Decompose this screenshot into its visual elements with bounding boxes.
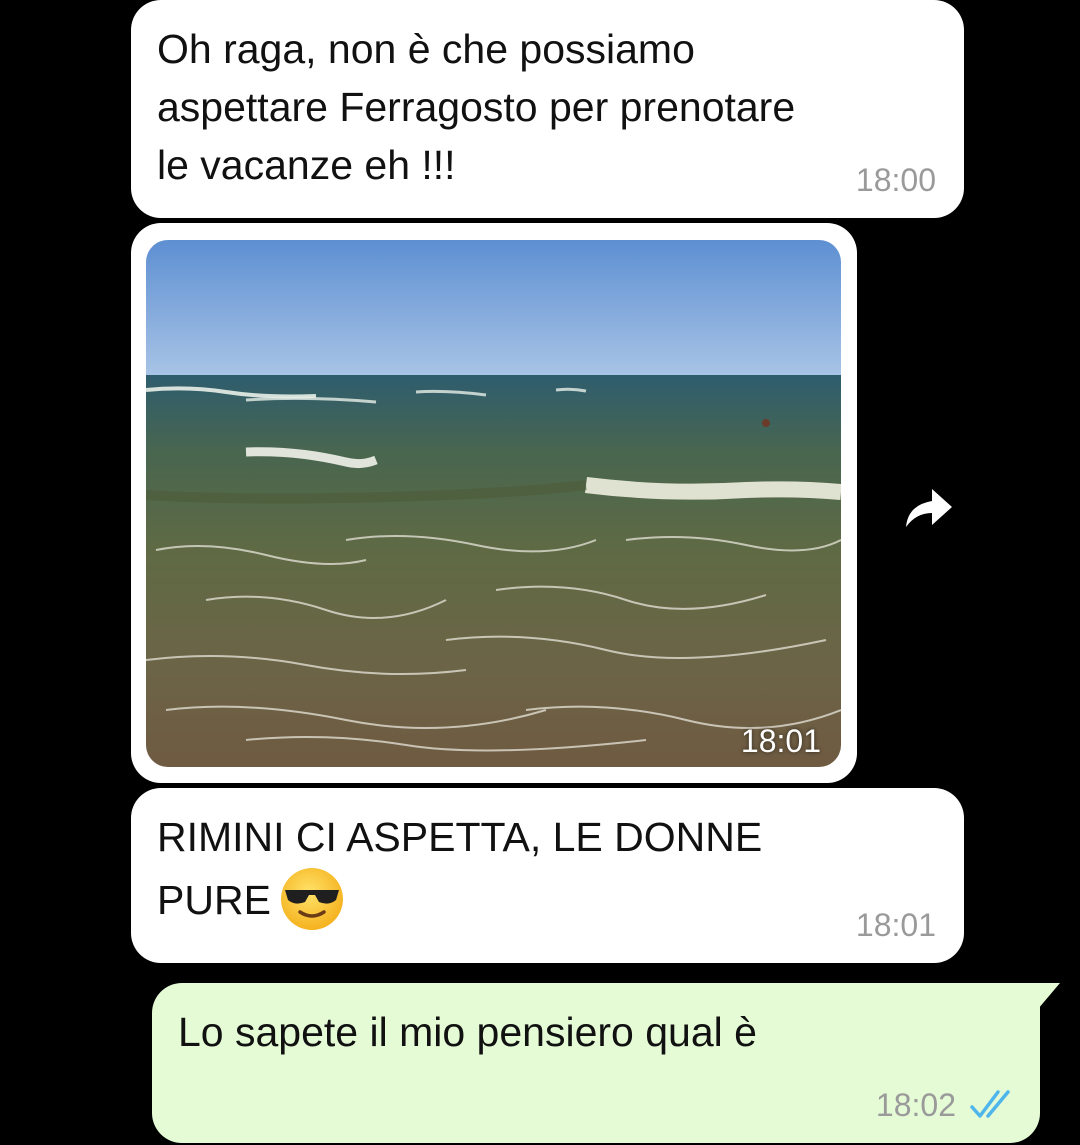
outgoing-message[interactable]: Lo sapete il mio pensiero qual è 18:02 <box>152 983 1060 1143</box>
photo-image <box>146 240 841 767</box>
incoming-message[interactable]: Oh raga, non è che possiamo aspettare Fe… <box>131 0 964 218</box>
incoming-image-message[interactable]: 18:01 <box>131 223 857 783</box>
message-text: Lo sapete il mio pensiero qual è <box>178 1009 757 1055</box>
image-timestamp: 18:01 <box>740 723 821 759</box>
message-timestamp: 18:00 <box>855 162 936 198</box>
message-text: RIMINI CI ASPETTA, LE DONNE PURE <box>157 808 937 932</box>
incoming-message[interactable]: RIMINI CI ASPETTA, LE DONNE PURE 18:01 <box>131 788 964 963</box>
message-text-content: RIMINI CI ASPETTA, LE DONNE PURE <box>157 814 763 923</box>
beach-sea-photo[interactable]: 18:01 <box>146 240 841 767</box>
forward-arrow-icon[interactable] <box>898 483 956 531</box>
sunglasses-emoji-icon <box>280 868 343 930</box>
double-check-icon <box>970 1090 1010 1118</box>
message-timestamp: 18:02 <box>875 1087 956 1123</box>
chat-conversation: Oh raga, non è che possiamo aspettare Fe… <box>0 0 1080 1145</box>
message-timestamp: 18:01 <box>855 907 936 943</box>
bubble-tail <box>1038 983 1060 1009</box>
message-text: Oh raga, non è che possiamo aspettare Fe… <box>157 26 796 188</box>
